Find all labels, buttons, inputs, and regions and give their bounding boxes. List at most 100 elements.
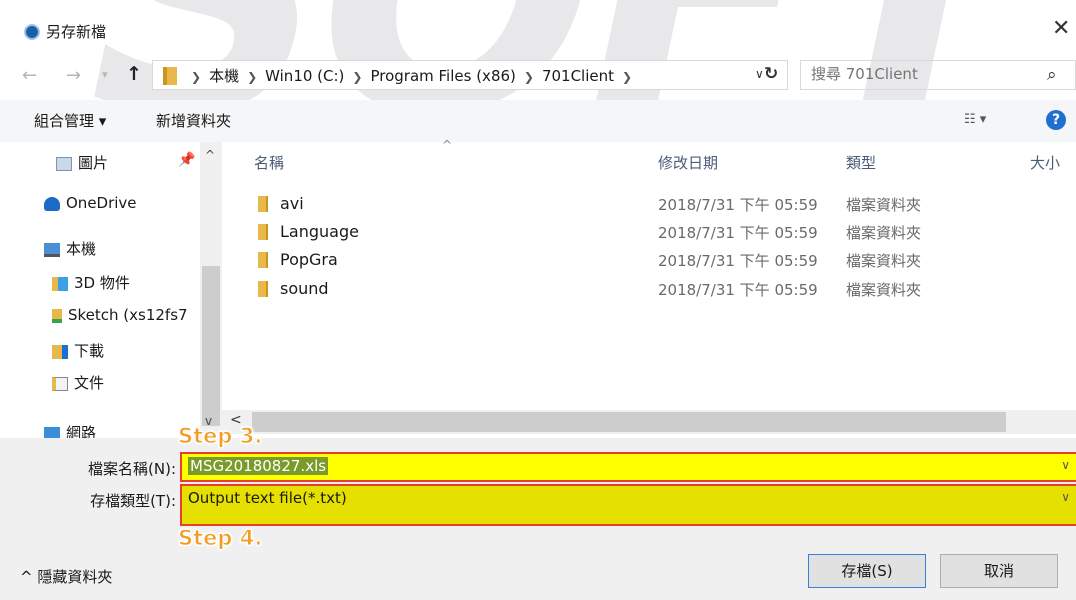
nav-item-documents[interactable]: 文件: [52, 372, 104, 400]
3d-objects-icon: [52, 276, 68, 291]
folder-icon: [258, 281, 268, 297]
file-modified: 2018/7/31 下午 05:59: [658, 196, 818, 214]
refresh-icon[interactable]: ↻: [764, 64, 778, 84]
file-type: 檔案資料夾: [846, 196, 922, 214]
save-button[interactable]: 存檔(S): [808, 554, 926, 588]
hide-folders-label: 隱藏資料夾: [37, 568, 113, 586]
filetype-value: Output text file(*.txt): [188, 489, 347, 507]
filename-field[interactable]: MSG20180827.xls ∨: [180, 452, 1076, 482]
downloads-icon: [52, 344, 68, 359]
file-modified: 2018/7/31 下午 05:59: [658, 252, 818, 270]
scrollbar-thumb[interactable]: [202, 266, 220, 426]
search-box: ⌕: [800, 60, 1076, 90]
filename-label: 檔案名稱(N):: [88, 460, 176, 478]
column-header-size[interactable]: 大小: [1030, 152, 1060, 173]
documents-icon: [52, 376, 68, 391]
pictures-icon: [56, 156, 72, 171]
file-name: PopGra: [280, 250, 338, 269]
file-type: 檔案資料夾: [846, 224, 922, 242]
filetype-select[interactable]: Output text file(*.txt) ∨: [180, 484, 1076, 526]
chevron-right-icon: ❯: [247, 70, 258, 84]
column-header-modified[interactable]: 修改日期: [658, 152, 718, 173]
title-bar: 另存新檔 ✕: [0, 0, 1076, 64]
chevron-right-icon: ❯: [622, 70, 633, 84]
hide-folders-toggle[interactable]: ^ 隱藏資料夾: [20, 566, 112, 587]
app-icon: [24, 24, 40, 40]
file-type: 檔案資料夾: [846, 281, 922, 299]
folder-icon: [258, 196, 268, 212]
file-type: 檔案資料夾: [846, 252, 922, 270]
breadcrumb: ❯ 本機 ❯ Win10 (C:) ❯ Program Files (x86) ❯ 701Cl…: [183, 65, 640, 86]
nav-item-pictures[interactable]: 圖片 📌: [56, 152, 195, 180]
nav-item-sketch-drive[interactable]: Sketch (xs12fs7: [52, 306, 188, 334]
command-bar: 組合管理 ▾ 新增資料夾 ☷ ▾ ?: [0, 100, 1076, 142]
cancel-button[interactable]: 取消: [940, 554, 1058, 588]
computer-icon: [44, 242, 60, 257]
pin-icon[interactable]: 📌: [178, 152, 195, 168]
drive-icon: [52, 308, 62, 323]
nav-item-label: OneDrive: [66, 194, 137, 212]
scroll-up-icon[interactable]: ^: [205, 148, 215, 162]
breadcrumb-item[interactable]: Program Files (x86): [370, 67, 515, 85]
nav-item-3d-objects[interactable]: 3D 物件: [52, 272, 130, 300]
new-folder-button[interactable]: 新增資料夾: [156, 110, 231, 131]
file-modified: 2018/7/31 下午 05:59: [658, 224, 818, 242]
breadcrumb-item[interactable]: 701Client: [542, 67, 614, 85]
nav-item-downloads[interactable]: 下載: [52, 340, 104, 368]
chevron-up-icon: ^: [20, 568, 38, 586]
forward-arrow-icon[interactable]: →: [66, 65, 81, 86]
file-row[interactable]: PopGra 2018/7/31 下午 05:59 檔案資料夾: [222, 246, 1076, 274]
address-box[interactable]: ❯ 本機 ❯ Win10 (C:) ❯ Program Files (x86) ❯ 701Cl…: [152, 60, 788, 90]
chevron-right-icon: ❯: [352, 70, 363, 84]
file-row[interactable]: Language 2018/7/31 下午 05:59 檔案資料夾: [222, 218, 1076, 246]
file-list: 名稱 ^ 修改日期 類型 大小 avi 2018/7/31 下午 05:59 檔…: [222, 138, 1076, 438]
window-title: 另存新檔: [46, 23, 107, 41]
nav-item-label: 文件: [74, 374, 105, 392]
file-name: Language: [280, 222, 359, 241]
nav-item-label: 下載: [74, 342, 105, 360]
nav-item-label: 網路: [66, 424, 97, 438]
chevron-right-icon: ❯: [191, 70, 202, 84]
recent-locations-icon[interactable]: ▾: [102, 68, 108, 81]
scrollbar-thumb[interactable]: [252, 412, 1006, 432]
help-icon[interactable]: ?: [1046, 110, 1066, 130]
cloud-icon: [44, 196, 60, 211]
file-modified: 2018/7/31 下午 05:59: [658, 281, 818, 299]
file-row[interactable]: avi 2018/7/31 下午 05:59 檔案資料夾: [222, 190, 1076, 218]
nav-item-label: 本機: [66, 240, 97, 258]
nav-item-onedrive[interactable]: OneDrive: [44, 194, 137, 222]
step4-annotation: Step 4.: [177, 526, 263, 551]
column-header-name[interactable]: 名稱: [254, 152, 284, 173]
search-input[interactable]: [811, 65, 1031, 83]
search-icon[interactable]: ⌕: [1047, 65, 1057, 85]
file-row[interactable]: sound 2018/7/31 下午 05:59 檔案資料夾: [222, 275, 1076, 303]
breadcrumb-item[interactable]: 本機: [209, 65, 239, 86]
close-icon[interactable]: ✕: [1052, 16, 1070, 41]
horizontal-scrollbar[interactable]: <: [222, 410, 1076, 434]
folder-icon: [258, 224, 268, 240]
chevron-down-icon[interactable]: ∨: [1061, 490, 1070, 504]
view-options-icon[interactable]: ☷ ▾: [964, 112, 986, 127]
nav-item-network[interactable]: 網路: [44, 422, 96, 438]
step3-annotation: Step 3.: [177, 424, 263, 449]
column-header-type[interactable]: 類型: [846, 152, 876, 173]
sort-ascending-icon: ^: [442, 138, 453, 152]
up-arrow-icon[interactable]: ↑: [126, 63, 142, 85]
nav-item-label: Sketch (xs12fs7: [68, 306, 188, 324]
back-arrow-icon[interactable]: ←: [22, 65, 37, 86]
nav-item-this-pc[interactable]: 本機: [44, 238, 96, 266]
navigation-pane: 圖片 📌 OneDrive 本機 3D 物件 Sketch (xs12fs7 下…: [0, 142, 222, 438]
chevron-right-icon: ❯: [523, 70, 534, 84]
nav-item-label: 3D 物件: [74, 274, 130, 292]
chevron-down-icon[interactable]: ∨: [755, 67, 764, 81]
organize-button[interactable]: 組合管理 ▾: [34, 110, 106, 131]
file-name: sound: [280, 279, 329, 298]
breadcrumb-item[interactable]: Win10 (C:): [265, 67, 344, 85]
folder-icon: [258, 252, 268, 268]
file-name: avi: [280, 194, 304, 213]
filename-value: MSG20180827.xls: [188, 457, 329, 475]
chevron-down-icon[interactable]: ∨: [1061, 458, 1070, 472]
save-options-panel: 檔案名稱(N): MSG20180827.xls ∨ 存檔類型(T): Outp…: [0, 438, 1076, 600]
nav-scrollbar[interactable]: ^ v: [200, 142, 222, 438]
nav-item-label: 圖片: [78, 154, 109, 172]
